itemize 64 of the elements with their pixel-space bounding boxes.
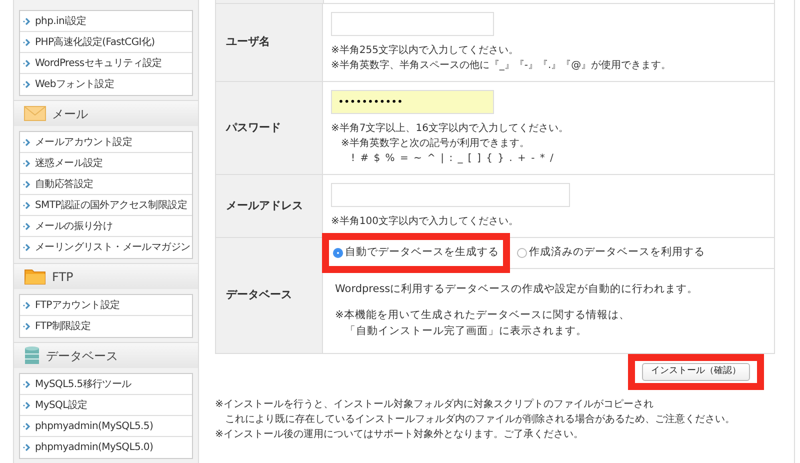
note-text: ※インストール後の運用についてはサポート対象外となります。ご了承ください。 — [215, 428, 584, 442]
sidebar-link[interactable]: SMTP認証の国外アクセス制限設定 — [20, 195, 192, 216]
note-text: これにより既に存在しているインストールフォルダ内のファイルが削除される場合があるため、ご注意ください。 — [224, 412, 736, 426]
arrow-icon — [23, 244, 31, 251]
arrow-icon — [23, 38, 31, 46]
arrow-icon — [23, 302, 31, 308]
input-field[interactable]: ••••••••••• — [331, 90, 494, 114]
arrow-icon — [23, 402, 31, 408]
arrow-icon — [23, 18, 31, 24]
hint-text: 「自動インストール完了画面」に表示されます。 — [344, 324, 588, 339]
hint-text: ※半角英数字、半角スペースの他に『_』『-』『.』『@』が使用できます。 — [331, 58, 672, 73]
note-text: ※インストールを行うと、インストール対象フォルダ内に対象スクリプトのファイルがコピーされ — [215, 398, 654, 412]
folder-icon — [24, 268, 46, 285]
install-button[interactable]: インストール（確認） — [642, 363, 750, 380]
arrow-icon — [23, 323, 31, 330]
hint-text: ※半角7文字以上、16文字以内で入力してください。 — [331, 122, 570, 136]
input-field[interactable] — [331, 12, 494, 36]
sidebar-link[interactable]: phpmyadmin(MySQL5.0) — [20, 437, 192, 458]
field-label: データベース — [216, 238, 323, 353]
sidebar-link[interactable]: 迷惑メール設定 — [20, 153, 192, 174]
arrow-icon — [23, 202, 31, 208]
hint-text: ! # $ % = ~ ^ | : _ [ ] { } . + - * / — [350, 152, 556, 166]
sidebar-link[interactable]: メールの振り分け — [20, 216, 192, 237]
input-field[interactable] — [331, 183, 570, 207]
arrow-icon — [23, 180, 31, 188]
radio-option[interactable]: 作成済みのデータベースを利用する — [515, 242, 707, 264]
arrow-icon — [23, 138, 31, 146]
radio-option[interactable]: 自動でデータベースを生成する — [331, 242, 501, 264]
arrow-icon — [23, 380, 31, 388]
sidebar-link[interactable]: WordPressセキュリティ設定 — [20, 53, 192, 74]
arrow-icon — [23, 422, 31, 430]
hint-text: ※半角100文字以内で入力してください。 — [331, 214, 520, 229]
hint-text: ※半角255文字以内で入力してください。 — [331, 44, 520, 58]
sidebar-link[interactable]: MySQL5.5移行ツール — [20, 374, 192, 395]
sidebar-link[interactable]: FTP制限設定 — [20, 316, 192, 337]
sidebar-link[interactable]: phpmyadmin(MySQL5.5) — [20, 416, 192, 437]
option-label: 作成済みのデータベースを利用する — [529, 245, 705, 260]
radio-button[interactable] — [333, 248, 343, 258]
hint-text: ※半角英数字と次の記号が利用できます。 — [340, 136, 530, 151]
section-title: メール — [52, 106, 88, 122]
hint-text: Wordpressに利用するデータベースの作成や設定が自動的に行われます。 — [335, 282, 700, 297]
hint-text: ※本機能を用いて生成されたデータベースに関する情報は、 — [335, 308, 631, 323]
section-title: FTP — [52, 268, 74, 286]
sidebar-link[interactable]: 自動応答設定 — [20, 174, 192, 195]
sidebar-link[interactable]: php.ini設定 — [20, 11, 192, 32]
sidebar-link[interactable]: Webフォント設定 — [20, 74, 192, 95]
option-label: 自動でデータベースを生成する — [345, 245, 499, 260]
sidebar-link[interactable]: メールアカウント設定 — [20, 132, 192, 153]
arrow-icon — [23, 81, 31, 88]
arrow-icon — [23, 160, 31, 166]
sidebar-link[interactable]: FTPアカウント設定 — [20, 295, 192, 316]
database-icon — [24, 346, 40, 366]
arrow-icon — [23, 60, 31, 66]
field-label: パスワード — [216, 82, 323, 174]
section-title: データベース — [46, 348, 118, 364]
arrow-icon — [23, 444, 31, 451]
sidebar-link[interactable]: メーリングリスト・メールマガジン — [20, 237, 192, 258]
arrow-icon — [23, 222, 31, 230]
envelope-icon — [24, 106, 46, 121]
sidebar-link[interactable]: PHP高速化設定(FastCGI化) — [20, 32, 192, 53]
sidebar-link[interactable]: MySQL設定 — [20, 395, 192, 416]
field-label: ユーザ名 — [216, 4, 323, 81]
radio-button[interactable] — [517, 248, 527, 258]
field-label: メールアドレス — [216, 175, 323, 237]
